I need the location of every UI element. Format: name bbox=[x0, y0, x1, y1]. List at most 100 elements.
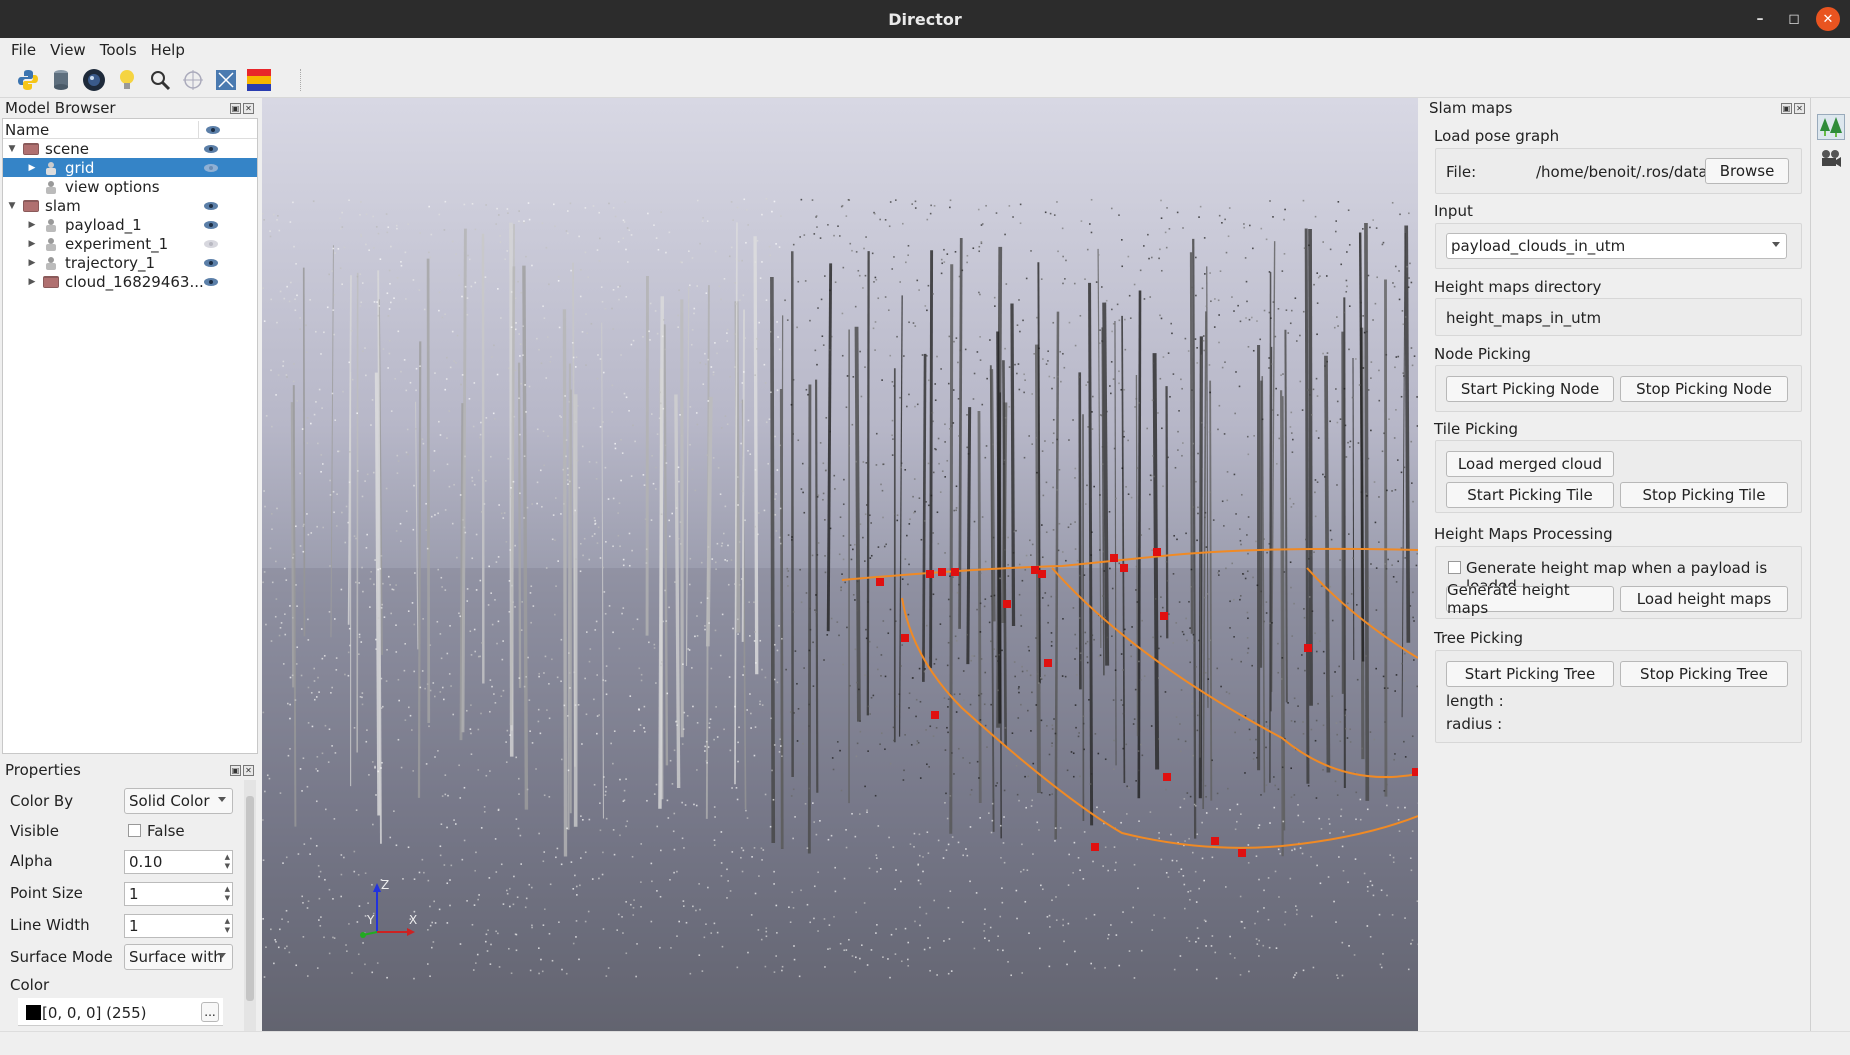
maximize-icon[interactable]: ◻ bbox=[1782, 7, 1806, 31]
menu-help[interactable]: Help bbox=[144, 41, 192, 59]
color-by-value: Solid Color bbox=[129, 792, 210, 810]
camera-lens-icon[interactable] bbox=[80, 66, 107, 93]
spin-arrows-icon[interactable]: ▲ ▼ bbox=[225, 917, 230, 935]
menu-view[interactable]: View bbox=[43, 41, 93, 59]
surface-mode-select[interactable]: Surface with bbox=[124, 944, 233, 970]
tree-item-view-options[interactable]: view options bbox=[3, 177, 257, 196]
visibility-eye-icon[interactable] bbox=[203, 239, 219, 249]
start-picking-node-button[interactable]: Start Picking Node bbox=[1446, 376, 1614, 402]
load-height-maps-button[interactable]: Load height maps bbox=[1620, 586, 1788, 612]
expand-arrow-icon[interactable]: ▼ bbox=[7, 144, 17, 154]
tile-picking-group: Load merged cloud Start Picking Tile Sto… bbox=[1435, 440, 1802, 513]
tree-item-trajectory-1[interactable]: ▶ trajectory_1 bbox=[3, 253, 257, 272]
color-by-select[interactable]: Solid Color bbox=[124, 788, 233, 814]
start-picking-tile-button[interactable]: Start Picking Tile bbox=[1446, 482, 1614, 508]
color-picker-button[interactable]: ... bbox=[201, 1002, 219, 1022]
close-icon[interactable]: ✕ bbox=[243, 103, 254, 114]
pose-node bbox=[1110, 554, 1118, 562]
collapsed-arrow-icon[interactable]: ▶ bbox=[27, 163, 37, 173]
video-camera-icon[interactable] bbox=[1819, 148, 1843, 172]
tree-picking-group: Start Picking Tree Stop Picking Tree len… bbox=[1435, 650, 1802, 743]
color-swatch[interactable] bbox=[26, 1005, 41, 1020]
point-size-label: Point Size bbox=[10, 884, 83, 902]
axis-y-label: Y bbox=[366, 913, 375, 927]
close-icon[interactable]: ✕ bbox=[1816, 7, 1840, 31]
visibility-eye-icon[interactable] bbox=[203, 201, 219, 211]
pose-node bbox=[926, 570, 934, 578]
generate-height-maps-button[interactable]: Generate height maps bbox=[1446, 581, 1614, 617]
menu-tools[interactable]: Tools bbox=[93, 41, 144, 59]
browse-button[interactable]: Browse bbox=[1705, 158, 1789, 184]
pose-node bbox=[1153, 548, 1161, 556]
lightbulb-icon[interactable] bbox=[113, 66, 140, 93]
height-maps-processing-label: Height Maps Processing bbox=[1434, 525, 1613, 543]
expand-arrow-icon[interactable]: ▼ bbox=[7, 201, 17, 211]
close-icon[interactable]: ✕ bbox=[243, 765, 254, 776]
tree-item-experiment-1[interactable]: ▶ experiment_1 bbox=[3, 234, 257, 253]
start-picking-tree-button[interactable]: Start Picking Tree bbox=[1446, 661, 1614, 687]
properties-scrollbar[interactable] bbox=[244, 780, 256, 1031]
3d-viewport[interactable]: Z Y X bbox=[262, 98, 1418, 1031]
collapsed-arrow-icon[interactable]: ▶ bbox=[27, 277, 37, 287]
crosshair-icon[interactable] bbox=[179, 66, 206, 93]
load-merged-cloud-button[interactable]: Load merged cloud bbox=[1446, 451, 1614, 477]
visibility-eye-icon[interactable] bbox=[203, 277, 219, 287]
menu-file[interactable]: File bbox=[4, 41, 43, 59]
collapsed-arrow-icon[interactable]: ▶ bbox=[27, 258, 37, 268]
object-icon bbox=[43, 237, 59, 251]
tree-item-label: payload_1 bbox=[65, 215, 142, 234]
alpha-label: Alpha bbox=[10, 852, 53, 870]
tree-item-label: experiment_1 bbox=[65, 234, 169, 253]
line-width-spinbox[interactable]: 1 ▲ ▼ bbox=[124, 914, 233, 938]
tree-item-label: slam bbox=[45, 196, 81, 215]
fit-view-icon[interactable] bbox=[212, 66, 239, 93]
zoom-icon[interactable] bbox=[146, 66, 173, 93]
tree-item-grid[interactable]: ▶ grid bbox=[3, 158, 257, 177]
spin-arrows-icon[interactable]: ▲ ▼ bbox=[225, 885, 230, 903]
visible-checkbox[interactable] bbox=[128, 824, 141, 837]
close-icon[interactable]: ✕ bbox=[1794, 103, 1805, 114]
point-cloud-scene bbox=[262, 198, 1418, 1031]
visibility-eye-icon[interactable] bbox=[203, 258, 219, 268]
input-select[interactable]: payload_clouds_in_utm bbox=[1446, 233, 1787, 259]
colormap-icon[interactable] bbox=[245, 66, 272, 93]
collapsed-arrow-icon[interactable]: ▶ bbox=[27, 239, 37, 249]
folder-icon bbox=[43, 275, 59, 289]
chevron-down-icon bbox=[218, 797, 226, 802]
tree-item-label: view options bbox=[65, 177, 160, 196]
float-icon[interactable]: ▣ bbox=[1781, 103, 1792, 114]
collapsed-arrow-icon[interactable]: ▶ bbox=[27, 220, 37, 230]
generate-on-load-checkbox[interactable] bbox=[1448, 561, 1461, 574]
tree-item-cloud[interactable]: ▶ cloud_16829463... bbox=[3, 272, 257, 291]
line-width-value: 1 bbox=[129, 917, 139, 935]
node-picking-group: Start Picking Node Stop Picking Node bbox=[1435, 365, 1802, 412]
visible-label: Visible bbox=[10, 822, 59, 840]
axis-z-label: Z bbox=[381, 878, 389, 892]
file-path: /home/benoit/.ros/data bbox=[1536, 163, 1708, 181]
slam-maps-title: Slam maps bbox=[1429, 99, 1513, 117]
stop-picking-node-button[interactable]: Stop Picking Node bbox=[1620, 376, 1788, 402]
visibility-eye-icon[interactable] bbox=[203, 144, 219, 154]
stop-picking-tile-button[interactable]: Stop Picking Tile bbox=[1620, 482, 1788, 508]
radius-label: radius : bbox=[1446, 715, 1503, 733]
surface-mode-value: Surface with bbox=[129, 948, 223, 966]
database-icon[interactable] bbox=[47, 66, 74, 93]
visibility-eye-icon[interactable] bbox=[203, 220, 219, 230]
tree-item-slam[interactable]: ▼ slam bbox=[3, 196, 257, 215]
visibility-eye-icon[interactable] bbox=[203, 163, 219, 173]
file-label: File: bbox=[1446, 163, 1477, 181]
point-size-spinbox[interactable]: 1 ▲ ▼ bbox=[124, 882, 233, 906]
trees-icon[interactable] bbox=[1817, 114, 1845, 140]
alpha-spinbox[interactable]: 0.10 ▲ ▼ bbox=[124, 850, 233, 874]
toolbar bbox=[0, 62, 1850, 98]
float-icon[interactable]: ▣ bbox=[230, 103, 241, 114]
tree-item-scene[interactable]: ▼ scene bbox=[3, 139, 257, 158]
stop-picking-tree-button[interactable]: Stop Picking Tree bbox=[1620, 661, 1788, 687]
spin-arrows-icon[interactable]: ▲ ▼ bbox=[225, 853, 230, 871]
minimize-icon[interactable]: – bbox=[1748, 7, 1772, 31]
tree-item-payload-1[interactable]: ▶ payload_1 bbox=[3, 215, 257, 234]
python-icon[interactable] bbox=[14, 66, 41, 93]
input-label: Input bbox=[1434, 202, 1473, 220]
axes-triad: Z Y X bbox=[360, 878, 417, 938]
float-icon[interactable]: ▣ bbox=[230, 765, 241, 776]
